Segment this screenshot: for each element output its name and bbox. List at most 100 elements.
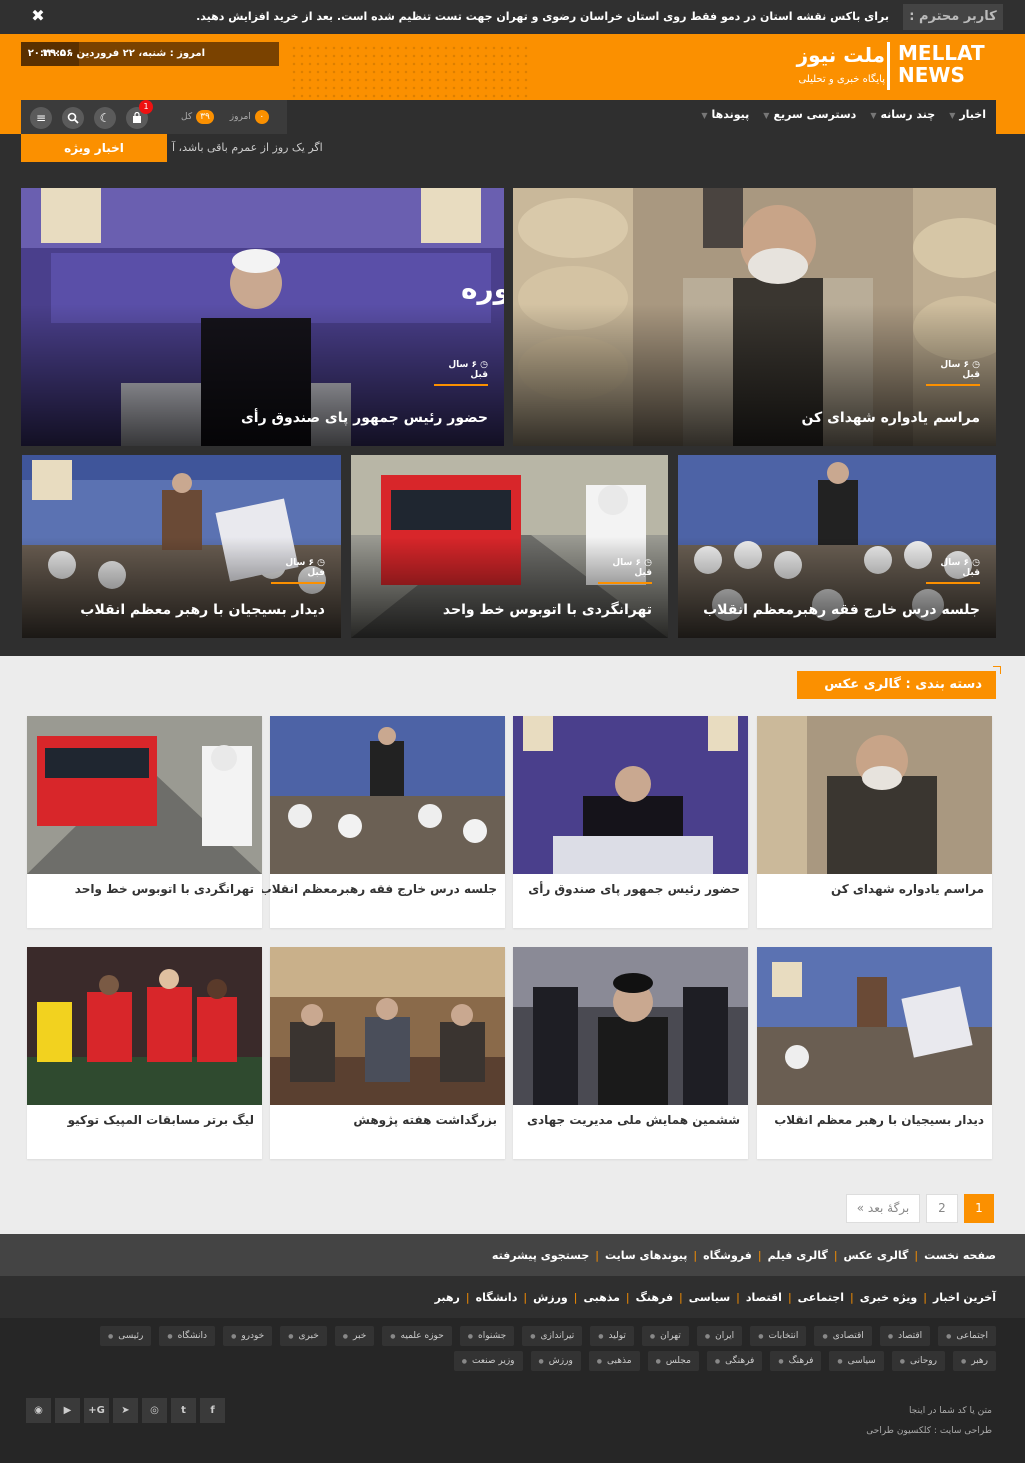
youtube-icon[interactable]: ▶ (55, 1398, 80, 1423)
tag[interactable]: سیاسی (829, 1351, 884, 1371)
footer-category[interactable]: فرهنگ (636, 1291, 673, 1304)
next-page-button[interactable]: برگهٔ بعد » (846, 1194, 920, 1223)
instagram-icon[interactable]: ◎ (142, 1398, 167, 1423)
tag[interactable]: مجلس (647, 1351, 699, 1371)
nav-item-quick-access[interactable]: دسترسی سریع▼ (763, 100, 856, 134)
search-icon[interactable] (62, 107, 84, 129)
chevron-down-icon: ▼ (763, 111, 770, 120)
gallery-image (27, 947, 262, 1105)
gallery-card[interactable]: تهرانگردی با اتوبوس خط واحد (27, 716, 262, 928)
gallery-title[interactable]: دیدار بسیجیان با رهبر معظم انقلاب (774, 1113, 984, 1127)
gallery-title[interactable]: ششمین همایش ملی مدیریت جهادی (527, 1113, 740, 1127)
nav-item-links[interactable]: پیوندها▼ (701, 100, 749, 134)
tag[interactable]: مذهبی (588, 1351, 640, 1371)
gallery-card[interactable]: بزرگداشت هفته پژوهش (270, 947, 505, 1159)
moon-icon[interactable]: ☾ (94, 107, 116, 129)
gallery-card[interactable]: لیگ برتر مسابقات المپیک توکیو (27, 947, 262, 1159)
gallery-title[interactable]: لیگ برتر مسابقات المپیک توکیو (68, 1113, 254, 1127)
menu-icon[interactable]: ≡ (30, 107, 52, 129)
footer-sep: | (736, 1290, 740, 1304)
tag[interactable]: وزیر صنعت (453, 1351, 523, 1371)
tag[interactable]: خودرو (223, 1326, 273, 1346)
footer-category[interactable]: اقتصاد (746, 1291, 782, 1304)
hero-card[interactable]: ◷ ۶ سال قبل مراسم یادواره شهدای کن (513, 188, 996, 446)
logo-en-line1: MELLAT (898, 41, 985, 65)
tag[interactable]: حوزه علمیه (382, 1326, 452, 1346)
gallery-card[interactable]: مراسم یادواره شهدای کن (757, 716, 992, 928)
hero-card[interactable]: ◷ ۶ سال قبل دیدار بسیجیان با رهبر معظم ا… (22, 455, 341, 638)
footer-link[interactable]: فروشگاه (703, 1249, 752, 1262)
hero-time: ◷ ۶ سال قبل (271, 558, 325, 584)
footer-category[interactable]: ورزش (533, 1291, 568, 1304)
hero-card[interactable]: انتخابات یازدهمین دوره ◷ ۶ سال قبل حضور … (21, 188, 504, 446)
hero-title[interactable]: جلسه درس خارج فقه رهبرمعظم انقلاب (703, 602, 980, 618)
tag[interactable]: دانشگاه (159, 1326, 216, 1346)
footer-designer-credit[interactable]: طراحی سایت : کلکسیون طراحی (866, 1426, 992, 1436)
gallery-title[interactable]: مراسم یادواره شهدای کن (831, 882, 984, 896)
footer-link[interactable]: گالری عکس (844, 1249, 909, 1262)
tag[interactable]: فرهنگی (706, 1351, 763, 1371)
nav-item-multimedia[interactable]: چند رسانه▼ (870, 100, 935, 134)
hero-time: ◷ ۶ سال قبل (926, 558, 980, 584)
nav-item-news[interactable]: اخبار▼ (949, 100, 986, 134)
tag[interactable]: جشنواه (459, 1326, 515, 1346)
tag[interactable]: انتخابات (750, 1326, 807, 1346)
gallery-card[interactable]: جلسه درس خارج فقه رهبرمعظم انقلاب (260, 716, 505, 928)
gallery-title[interactable]: حضور رئیس جمهور پای صندوق رأی (528, 882, 740, 896)
tag[interactable]: ورزش (530, 1351, 581, 1371)
footer-category[interactable]: آخرین اخبار (933, 1291, 996, 1304)
page-1-button[interactable]: 1 (964, 1194, 994, 1223)
clock-icon: ◷ (644, 558, 652, 568)
footer-link[interactable]: پیوندهای سایت (605, 1249, 687, 1262)
tag[interactable]: اقتصادی (814, 1326, 872, 1346)
hero-title[interactable]: حضور رئیس جمهور پای صندوق رأی (241, 410, 488, 426)
footer-link[interactable]: گالری فیلم (768, 1249, 828, 1262)
chevron-down-icon: ▼ (870, 111, 877, 120)
footer-category[interactable]: سیاسی (689, 1291, 730, 1304)
footer-category[interactable]: مذهبی (583, 1291, 619, 1304)
telegram-icon[interactable]: ➤ (113, 1398, 138, 1423)
twitter-icon[interactable]: t (171, 1398, 196, 1423)
hero-title[interactable]: تهرانگردی با اتوبوس خط واحد (443, 602, 652, 618)
tag[interactable]: ایران (696, 1326, 743, 1346)
hero-card[interactable]: ◷ ۶ سال قبل تهرانگردی با اتوبوس خط واحد (351, 455, 668, 638)
gallery-title[interactable]: تهرانگردی با اتوبوس خط واحد (75, 882, 254, 896)
footer-links-bar: صفحه نخست | گالری عکس | گالری فیلم | فروشگا… (0, 1234, 1025, 1276)
logo-persian[interactable]: ملت نیوز (797, 42, 885, 68)
page-2-button[interactable]: 2 (926, 1194, 958, 1223)
googleplus-icon[interactable]: G+ (84, 1398, 109, 1423)
breaking-tag[interactable]: اخبار ویژه (21, 134, 167, 162)
rss-icon[interactable]: ◉ (26, 1398, 51, 1423)
gallery-card[interactable]: حضور رئیس جمهور پای صندوق رأی (513, 716, 748, 928)
tag[interactable]: تولید (590, 1326, 634, 1346)
gallery-card[interactable]: دیدار بسیجیان با رهبر معظم انقلاب (757, 947, 992, 1159)
footer-link[interactable]: جستجوی پیشرفته (492, 1249, 589, 1262)
hero-card[interactable]: ◷ ۶ سال قبل جلسه درس خارج فقه رهبرمعظم ا… (678, 455, 996, 638)
tag[interactable]: رهبر (952, 1351, 996, 1371)
hero-title[interactable]: دیدار بسیجیان با رهبر معظم انقلاب (80, 602, 325, 618)
logo-english[interactable]: MELLAT NEWS (887, 42, 995, 90)
footer-category[interactable]: رهبر (435, 1291, 460, 1304)
tag[interactable]: اجتماعی (938, 1326, 996, 1346)
tag[interactable]: خبری (280, 1326, 327, 1346)
tag[interactable]: اقتصاد (879, 1326, 931, 1346)
breaking-ticker[interactable]: اگر یک روز از عمرم باقی باشد، آ (172, 134, 323, 162)
gallery-card[interactable]: ششمین همایش ملی مدیریت جهادی (513, 947, 748, 1159)
facebook-icon[interactable]: f (200, 1398, 225, 1423)
gallery-title[interactable]: جلسه درس خارج فقه رهبرمعظم انقلاب (260, 882, 497, 896)
tag[interactable]: تهران (641, 1326, 689, 1346)
hero-title[interactable]: مراسم یادواره شهدای کن (801, 410, 980, 426)
gallery-image (513, 716, 748, 874)
image-shade (351, 537, 668, 638)
tag[interactable]: فرهنگ (770, 1351, 822, 1371)
tag[interactable]: خبر (334, 1326, 375, 1346)
footer-link[interactable]: صفحه نخست (924, 1249, 996, 1262)
footer-category[interactable]: ویژه خبری (860, 1291, 917, 1304)
gallery-title[interactable]: بزرگداشت هفته پژوهش (353, 1113, 497, 1127)
footer-category[interactable]: دانشگاه (476, 1291, 518, 1304)
tag[interactable]: تیراندازی (522, 1326, 583, 1346)
footer-category[interactable]: اجتماعی (798, 1291, 844, 1304)
tag[interactable]: رئیسی (99, 1326, 152, 1346)
tag[interactable]: روحانی (891, 1351, 945, 1371)
close-icon[interactable]: ✖ (28, 5, 48, 27)
